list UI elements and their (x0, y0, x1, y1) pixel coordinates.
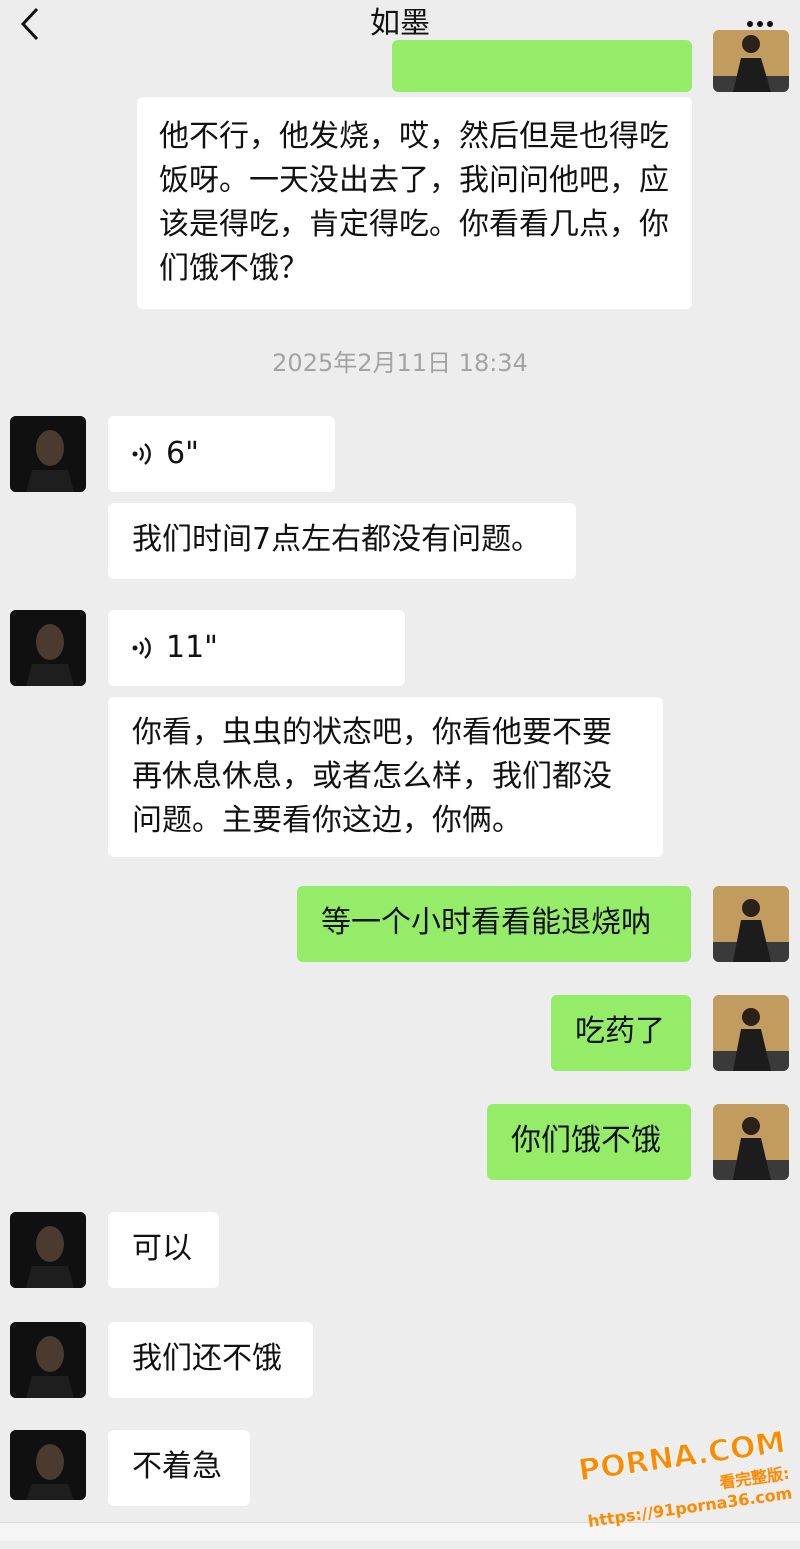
voice-duration: 6" (166, 436, 199, 471)
avatar-photo-icon (713, 886, 789, 962)
message-text: 我们时间7点左右都没有问题。 (132, 522, 542, 557)
avatar-photo-icon (713, 995, 789, 1071)
message-text: 吃药了 (575, 1014, 665, 1049)
voice-wave-icon (132, 443, 151, 465)
message-bubble-self[interactable]: 你们饿不饿 (487, 1104, 691, 1180)
avatar-photo-icon (713, 1104, 789, 1180)
message-text: 我们还不饿 (132, 1341, 282, 1376)
message-bubble-other[interactable]: 你看，虫虫的状态吧，你看他要不要再休息休息，或者怎么样，我们都没问题。主要看你这… (108, 697, 663, 857)
avatar[interactable] (10, 416, 86, 492)
avatar[interactable] (713, 1104, 789, 1180)
avatar-photo-icon (713, 30, 789, 92)
avatar[interactable] (10, 1430, 86, 1500)
message-text: 等一个小时看看能退烧呐 (321, 905, 651, 940)
avatar-photo-icon (10, 1322, 86, 1398)
message-timestamp: 2025年2月11日 18:34 (272, 349, 528, 377)
message-bubble-other[interactable]: 我们还不饿 (108, 1322, 313, 1398)
avatar[interactable] (713, 30, 789, 92)
voice-message[interactable]: 6" (108, 416, 335, 492)
voice-message[interactable]: 11" (108, 610, 405, 686)
avatar-photo-icon (10, 1212, 86, 1288)
avatar[interactable] (713, 886, 789, 962)
message-text: 他不行，他发烧，哎，然后但是也得吃饭呀。一天没出去了，我问问他吧，应该是得吃，肯… (159, 119, 669, 286)
voice-wave-icon (132, 637, 151, 659)
message-text: 不着急 (132, 1449, 222, 1484)
message-text: 可以 (132, 1231, 192, 1266)
message-bubble-other[interactable]: 不着急 (108, 1430, 250, 1506)
voice-duration: 11" (166, 630, 218, 665)
message-bubble-other[interactable]: 他不行，他发烧，哎，然后但是也得吃饭呀。一天没出去了，我问问他吧，应该是得吃，肯… (137, 97, 692, 309)
avatar[interactable] (10, 610, 86, 686)
avatar-photo-icon (10, 416, 86, 492)
avatar-photo-icon (10, 610, 86, 686)
message-text: 你们饿不饿 (511, 1123, 661, 1158)
avatar[interactable] (10, 1212, 86, 1288)
more-icon (747, 21, 753, 27)
message-bubble-self[interactable]: 等一个小时看看能退烧呐 (297, 886, 691, 962)
avatar[interactable] (713, 995, 789, 1071)
message-bubble-self[interactable] (392, 40, 692, 92)
message-bubble-other[interactable]: 可以 (108, 1212, 219, 1288)
message-bubble-other[interactable]: 我们时间7点左右都没有问题。 (108, 503, 576, 579)
message-bubble-self[interactable]: 吃药了 (551, 995, 691, 1071)
chat-title: 如墨 (370, 6, 430, 41)
avatar[interactable] (10, 1322, 86, 1398)
message-text: 你看，虫虫的状态吧，你看他要不要再休息休息，或者怎么样，我们都没问题。主要看你这… (132, 715, 612, 838)
avatar-photo-icon (10, 1430, 86, 1500)
